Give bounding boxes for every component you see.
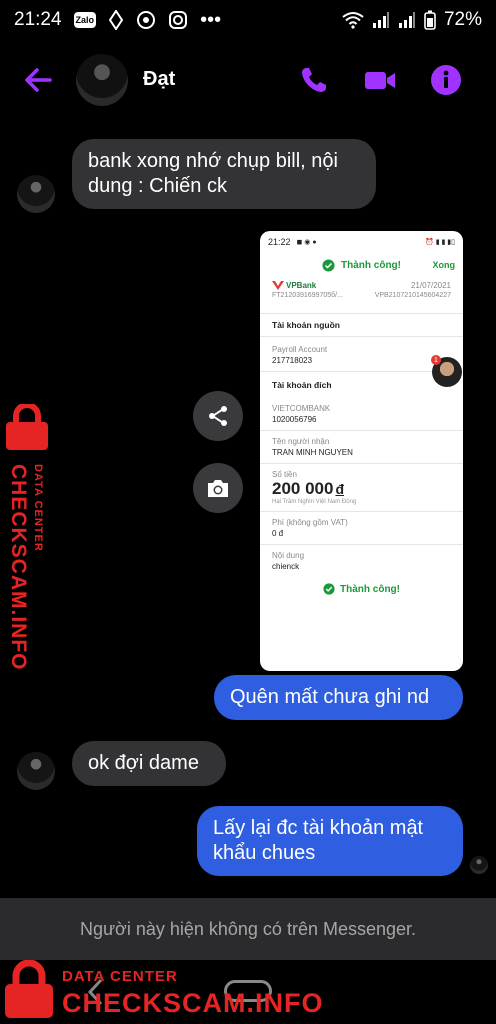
- receipt-status-right-icons: ⏰ ▮ ▮ ▮▯: [425, 239, 455, 246]
- watermark-side: CHECKSCAM.INFO DATA CENTER: [0, 404, 60, 671]
- status-time: 21:24: [14, 9, 62, 30]
- receipt-ref-left: FT2120391699705б/...: [272, 292, 343, 299]
- receipt-amount-label: Số tiền: [272, 470, 297, 479]
- camera-icon: [208, 480, 228, 497]
- receipt-source-section: Tài khoản nguồn: [272, 320, 340, 330]
- divider: [260, 463, 463, 464]
- receipt-recipient-name: TRAN MINH NGUYEN: [272, 448, 353, 457]
- receipt-bank-brand: VPBank: [286, 281, 317, 290]
- message-incoming[interactable]: ok đợi dame: [72, 741, 226, 786]
- receipt-content-label: Nội dung: [272, 551, 305, 560]
- info-icon[interactable]: [430, 64, 462, 96]
- receipt-status-icons: ◼ ◉ ●: [296, 239, 317, 246]
- contact-avatar-small[interactable]: [17, 175, 55, 213]
- more-dots-icon: •••: [200, 8, 222, 31]
- check-circle-icon: [323, 583, 335, 595]
- receipt-image[interactable]: 21:22 ◼ ◉ ● ⏰ ▮ ▮ ▮▯ Thành công! Xong VP…: [260, 231, 463, 671]
- back-arrow-icon[interactable]: [22, 64, 54, 96]
- share-icon: [209, 406, 227, 426]
- contact-name[interactable]: Đạt: [143, 68, 175, 91]
- padlock-icon: [5, 960, 53, 1018]
- message-outgoing[interactable]: Lấy lại đc tài khoản mật khẩu chues: [197, 806, 463, 876]
- status-bar: 21:24 Zalo ••• 72%: [0, 0, 496, 40]
- chat-header: Đạt: [0, 48, 496, 114]
- receipt-amount: 200 000: [272, 479, 334, 498]
- watermark-data-center: DATA CENTER: [32, 464, 44, 552]
- message-incoming[interactable]: bank xong nhớ chụp bill, nội dung : Chiế…: [72, 139, 376, 209]
- receipt-fee-label: Phí (không gồm VAT): [272, 518, 348, 527]
- receipt-done-button[interactable]: Xong: [433, 260, 456, 270]
- diamond-icon: [108, 10, 124, 30]
- watermark-bottom: DATA CENTER CHECKSCAM.INFO: [0, 958, 323, 1024]
- divider: [260, 430, 463, 431]
- message-outgoing[interactable]: Quên mất chưa ghi nd: [214, 675, 463, 720]
- receipt-dest-bank: VIETCOMBANK: [272, 404, 331, 413]
- receipt-amount-words: Hai Trăm Nghìn Việt Nam Đồng: [272, 499, 357, 505]
- video-call-icon[interactable]: [364, 64, 396, 96]
- receipt-success-title: Thành công!: [341, 259, 401, 271]
- check-circle-icon: [322, 258, 335, 272]
- divider: [260, 511, 463, 512]
- battery-level: 72%: [443, 9, 482, 30]
- phone-call-icon[interactable]: [298, 64, 330, 96]
- unavailable-notice: Người này hiện không có trên Messenger.: [0, 898, 496, 960]
- receipt-footer: Thành công!: [260, 583, 463, 595]
- divider: [260, 544, 463, 545]
- battery-icon: [424, 10, 436, 30]
- receipt-date: 21/07/2021: [410, 281, 451, 290]
- watermark-checkscam: CHECKSCAM.INFO: [62, 988, 324, 1018]
- zalo-icon: Zalo: [73, 12, 97, 28]
- receipt-status-bar: 21:22 ◼ ◉ ● ⏰ ▮ ▮ ▮▯: [260, 231, 463, 253]
- seen-avatar: [470, 856, 488, 874]
- signal-icon: [372, 12, 389, 28]
- wifi-icon: [342, 12, 364, 29]
- receipt-content: chienck: [272, 562, 300, 571]
- receipt-footer-success: Thành công!: [340, 583, 400, 595]
- watermark-checkscam: CHECKSCAM.INFO: [7, 464, 30, 671]
- instagram-icon: [169, 11, 188, 29]
- compass-icon: [137, 11, 156, 29]
- contact-avatar[interactable]: [76, 54, 128, 106]
- receipt-ref-right: VPB2107210145604227: [374, 292, 451, 299]
- camera-button[interactable]: [193, 463, 243, 513]
- receipt-header: Thành công! Xong: [260, 253, 463, 277]
- vpbank-logo-icon: [272, 281, 284, 290]
- receipt-source-type: Payroll Account: [272, 345, 328, 354]
- receipt-currency: đ: [335, 481, 345, 497]
- receipt-time: 21:22: [268, 237, 291, 247]
- divider: [260, 336, 463, 337]
- receipt-dest-section: Tài khoản đích: [272, 380, 332, 390]
- watermark-data-center: DATA CENTER: [62, 968, 178, 985]
- divider: [260, 313, 463, 314]
- contact-avatar-small[interactable]: [17, 752, 55, 790]
- receipt-fee: 0 đ: [272, 529, 284, 538]
- receipt-dest-number: 1020056796: [272, 415, 317, 424]
- share-button[interactable]: [193, 391, 243, 441]
- receipt-recipient-label: Tên người nhận: [272, 437, 330, 446]
- notification-badge: 1: [431, 355, 441, 365]
- signal-icon-2: [398, 12, 415, 28]
- padlock-icon: [6, 404, 48, 450]
